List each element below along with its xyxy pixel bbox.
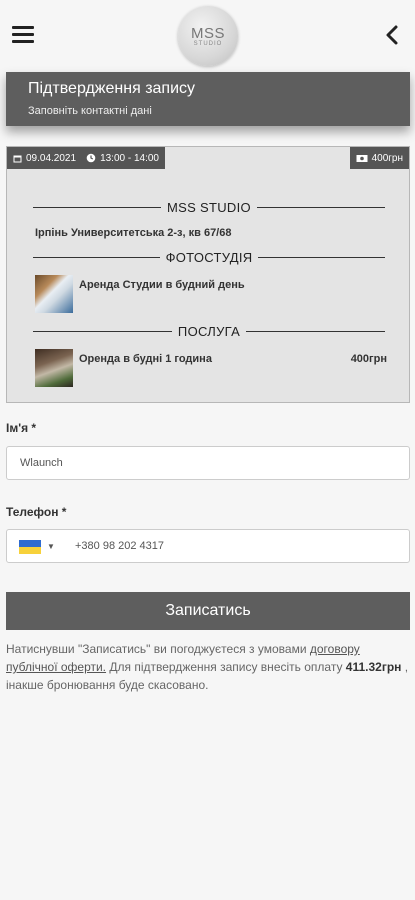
clock-icon — [86, 153, 96, 163]
service-item: Оренда в будні 1 година — [79, 353, 212, 365]
terms-text: Натиснувши "Записатись" ви погоджуєтеся … — [6, 640, 410, 694]
ukraine-flag-icon[interactable] — [19, 540, 41, 554]
logo-main-text: MSS — [190, 24, 225, 42]
service-heading-text: ПОСЛУГА — [177, 323, 241, 339]
caret-down-icon[interactable]: ▼ — [47, 542, 55, 551]
service-heading: ПОСЛУГА — [33, 323, 385, 339]
photostudio-heading: ФОТОСТУДІЯ — [33, 249, 385, 265]
booking-summary-card: 09.04.2021 13:00 - 14:00 400грн MSS STUD… — [6, 146, 410, 403]
service-thumbnail — [35, 349, 73, 387]
terms-text-2: Для підтвердження запису внесіть оплату — [109, 660, 346, 674]
top-bar: MSS STUDIO — [0, 0, 415, 70]
total-price: 400грн — [371, 152, 403, 164]
logo-sub-text: STUDIO — [193, 40, 223, 47]
name-label: Ім'я * — [6, 421, 37, 435]
studio-name: MSS STUDIO — [167, 199, 251, 215]
photostudio-heading-text: ФОТОСТУДІЯ — [165, 249, 253, 265]
photostudio-item: Аренда Студии в будний день — [79, 279, 245, 291]
terms-text-1: Натиснувши "Записатись" ви погоджуєтеся … — [6, 642, 310, 656]
hamburger-menu-icon[interactable] — [12, 26, 34, 44]
payment-amount: 411.32грн — [345, 660, 402, 674]
calendar-icon — [13, 155, 22, 162]
service-price: 400грн — [350, 353, 387, 365]
studio-address: Ірпінь Университетська 2-з, кв 67/68 — [35, 227, 232, 239]
booking-date: 09.04.2021 — [26, 152, 77, 164]
page-header: Підтвердження запису Заповніть контактні… — [6, 72, 410, 126]
booking-time: 13:00 - 14:00 — [100, 152, 159, 164]
phone-label: Телефон * — [6, 505, 67, 519]
name-field-wrapper — [6, 446, 410, 480]
page-title: Підтвердження запису — [28, 80, 196, 97]
photostudio-thumbnail — [35, 275, 73, 313]
total-price-chip: 400грн — [349, 147, 409, 169]
submit-button[interactable]: Записатись — [6, 592, 410, 630]
phone-input[interactable]: +380 98 202 4317 — [75, 530, 164, 562]
phone-field-wrapper: ▼ +380 98 202 4317 — [6, 529, 410, 563]
date-time-chip: 09.04.2021 13:00 - 14:00 — [7, 147, 165, 169]
studio-logo: MSS STUDIO — [178, 6, 238, 66]
studio-name-heading: MSS STUDIO — [33, 199, 385, 215]
name-input[interactable] — [7, 447, 400, 479]
back-chevron-icon[interactable] — [381, 22, 403, 48]
page-subtitle: Заповніть контактні дані — [28, 105, 152, 117]
money-icon — [356, 154, 368, 162]
